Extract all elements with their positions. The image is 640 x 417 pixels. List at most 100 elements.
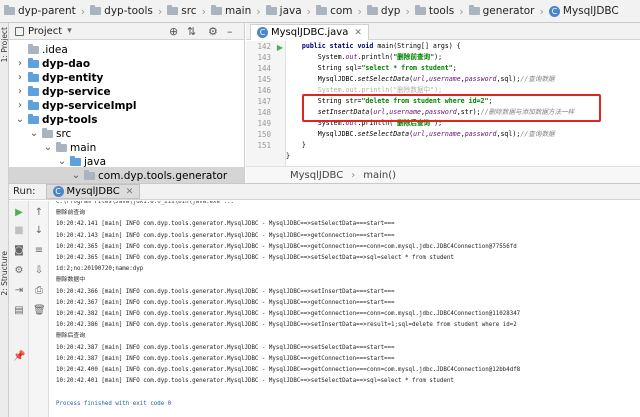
code-line-144: String sql="select * from student";: [286, 64, 457, 72]
hide-panel-icon[interactable]: –: [227, 25, 233, 38]
chevron-right-icon[interactable]: ›: [15, 86, 25, 97]
folder-icon: [366, 5, 378, 15]
stop-icon[interactable]: ■: [13, 225, 25, 237]
code-line-146: System.out.println("删除数据中");: [317, 86, 443, 94]
tree-item-label: src: [56, 127, 72, 140]
code-line-147: String str="delete from student where id…: [286, 97, 493, 105]
tree-item-label: dyp-serviceImpl: [42, 99, 137, 112]
chevron-down-icon[interactable]: ▾: [67, 26, 72, 36]
breadcrumb-label: tools: [428, 5, 455, 17]
folder-icon: [4, 5, 15, 15]
rerun-icon[interactable]: ▶: [13, 207, 25, 219]
line-number: 145: [257, 75, 271, 84]
trash-icon[interactable]: 🗑: [33, 305, 46, 317]
tree-item-label: java: [84, 155, 106, 168]
soft-wrap-icon[interactable]: ≡: [33, 245, 45, 257]
layout-icon[interactable]: ▤: [13, 305, 25, 317]
tree-item[interactable]: ⌄ com.dyp.tools.generator: [9, 167, 244, 183]
run-panel-title: Run:: [13, 186, 36, 197]
tree-item-label: com.dyp.tools.generator: [98, 169, 228, 182]
chevron-right-icon[interactable]: ›: [15, 72, 25, 83]
run-toolbar-primary: ▶ ■ ◙ ⚙ ⇥ ▤ 📌: [9, 201, 29, 417]
tree-item-label: dyp-entity: [42, 71, 104, 84]
run-tab-mysqljdbc[interactable]: C MysqlJDBC ✕: [45, 184, 141, 199]
breadcrumb-item[interactable]: com: [316, 0, 353, 22]
pin-icon[interactable]: 📌: [13, 351, 25, 363]
folder-icon: [28, 71, 39, 82]
breadcrumb-item[interactable]: dyp-parent: [4, 0, 76, 22]
chevron-down-icon[interactable]: ⌄: [43, 142, 53, 153]
run-method-icon[interactable]: ▶: [277, 43, 283, 52]
class-icon: C: [548, 5, 560, 17]
breadcrumb-item[interactable]: main: [211, 0, 251, 22]
chevron-down-icon[interactable]: ⌄: [15, 114, 25, 125]
folder-icon: [167, 5, 179, 15]
settings-icon[interactable]: ⚙: [13, 265, 25, 277]
line-number: 150: [257, 130, 271, 139]
chevron-right-icon: ›: [459, 4, 464, 18]
locate-icon[interactable]: ⊕: [169, 25, 178, 38]
chevron-down-icon[interactable]: ⌄: [29, 128, 39, 139]
arrow-up-icon[interactable]: ↑: [33, 207, 45, 219]
collapse-all-icon[interactable]: ⇅: [187, 25, 196, 38]
editor-breadcrumb-class[interactable]: MysqlJDBC: [290, 170, 343, 181]
editor-tab-label: MysqlJDBC.java: [271, 27, 349, 38]
breadcrumb-item[interactable]: C MysqlJDBC: [548, 0, 619, 22]
class-icon: C: [52, 186, 64, 197]
console-line: 10:20:42.382 [main] INFO com.dyp.tools.g…: [56, 311, 521, 317]
chevron-right-icon[interactable]: ›: [15, 58, 25, 69]
chevron-right-icon: ›: [539, 4, 544, 18]
breadcrumb-item[interactable]: dyp: [366, 0, 400, 22]
line-number-gutter: ▶ 142 143 144 145 146 147 148 149 150 151: [246, 41, 286, 166]
folder-icon: [28, 99, 39, 110]
line-number: 151: [257, 141, 271, 150]
breadcrumb-item[interactable]: dyp-tools: [90, 0, 153, 22]
editor-tab-mysqljdbc[interactable]: C MysqlJDBC.java ✕: [250, 24, 369, 40]
chevron-right-icon[interactable]: ›: [15, 100, 25, 111]
console-line: C:\Program Files\Java\jdk1.8.0_211\bin\j…: [56, 201, 234, 205]
project-panel-title[interactable]: Project: [28, 26, 62, 37]
line-number: 146: [257, 86, 271, 95]
close-icon[interactable]: ✕: [126, 187, 134, 197]
code-line-149: System.out.println("删除后查询");: [286, 119, 443, 127]
close-icon[interactable]: ✕: [354, 28, 362, 38]
scroll-to-end-icon[interactable]: ⇩: [33, 265, 45, 277]
navigation-bar: dyp-parent › dyp-tools › src › main › java › com › d…: [0, 0, 640, 23]
chevron-down-icon[interactable]: ⌄: [71, 170, 81, 181]
line-number: 149: [257, 119, 271, 128]
folder-icon: [28, 113, 39, 124]
console-line: 删除数据中: [56, 277, 85, 284]
gear-icon[interactable]: ⚙: [208, 25, 218, 38]
breadcrumb-label: dyp-parent: [18, 5, 76, 17]
console-line: id:2;no:20190720;name:dyp: [56, 266, 144, 273]
console-line: 10:20:42.141 [main] INFO com.dyp.tools.g…: [56, 221, 395, 228]
code-editor[interactable]: public static void main(String[] args) {…: [286, 41, 640, 166]
folder-icon: [468, 5, 480, 15]
editor-breadcrumb-method[interactable]: main(): [363, 170, 396, 181]
folder-icon: [414, 5, 426, 15]
class-icon: C: [257, 27, 268, 38]
folder-icon: [316, 5, 328, 15]
breadcrumb-item[interactable]: src: [167, 0, 197, 22]
breadcrumb-item[interactable]: tools: [414, 0, 455, 22]
run-tab-label: MysqlJDBC: [66, 186, 120, 197]
print-icon[interactable]: ⎙: [33, 285, 45, 297]
structure-tool-window-button[interactable]: 2: Structure: [0, 251, 8, 296]
code-line-150: MysqlJDBC.setSelectData(url,username,pas…: [286, 130, 555, 138]
camera-icon[interactable]: ◙: [13, 245, 25, 257]
chevron-right-icon: ›: [157, 4, 163, 18]
project-tool-window-button[interactable]: 1: Project: [0, 27, 8, 62]
breadcrumb-label: java: [279, 5, 302, 17]
chevron-down-icon[interactable]: ⌄: [57, 156, 67, 167]
console-line: 10:20:42.387 [main] INFO com.dyp.tools.g…: [56, 344, 395, 351]
exit-icon[interactable]: ⇥: [13, 285, 25, 297]
arrow-down-icon[interactable]: ↓: [33, 225, 45, 237]
console-output[interactable]: C:\Program Files\Java\jdk1.8.0_211\bin\j…: [49, 201, 640, 417]
code-line-151: }: [286, 141, 306, 149]
breadcrumb-item[interactable]: generator: [468, 0, 534, 22]
breadcrumb-item[interactable]: java: [265, 0, 302, 22]
line-number: 147: [257, 97, 271, 106]
folder-icon: [70, 155, 81, 166]
tree-item-label: .idea: [42, 43, 68, 56]
chevron-right-icon: ›: [306, 4, 312, 18]
